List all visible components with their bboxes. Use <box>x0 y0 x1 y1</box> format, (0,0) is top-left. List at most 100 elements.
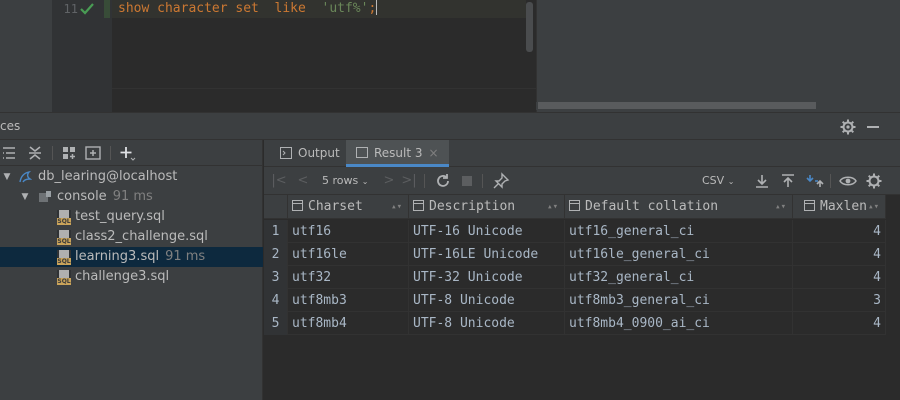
database-icon <box>19 170 32 183</box>
sort-icon[interactable]: ▴▾ <box>547 195 558 219</box>
horizontal-scrollbar[interactable] <box>538 102 816 109</box>
gutter-line: 11 <box>52 0 112 18</box>
last-page-icon[interactable]: >| <box>400 172 418 190</box>
tab-result[interactable]: Result 3 × <box>346 140 449 167</box>
download-icon[interactable] <box>753 172 771 190</box>
grid-header: Charset ▴▾ Description ▴▾ Default collat… <box>264 195 886 219</box>
minimize-icon[interactable] <box>867 126 879 128</box>
table-row[interactable]: 4 utf8mb3 UTF-8 Unicode utf8mb3_general_… <box>264 289 886 312</box>
chevron-down-icon[interactable]: ▼ <box>2 167 12 187</box>
toolbar-separator <box>110 146 111 160</box>
sql-semicolon: ; <box>368 1 377 16</box>
cell-collation[interactable]: utf16_general_ci <box>565 220 793 243</box>
tree-item-file[interactable]: SQL class2_challenge.sql <box>0 227 263 247</box>
refresh-icon[interactable] <box>434 172 452 190</box>
cell-maxlen[interactable]: 3 <box>793 289 886 312</box>
table-icon <box>356 147 368 158</box>
cell-description[interactable]: UTF-32 Unicode <box>409 266 565 289</box>
column-header-charset[interactable]: Charset ▴▾ <box>288 195 409 219</box>
row-number: 5 <box>264 312 288 335</box>
tree-item-label: console <box>57 189 107 204</box>
toolbar-separator <box>830 174 831 188</box>
eye-icon[interactable] <box>839 172 857 190</box>
cell-description[interactable]: UTF-8 Unicode <box>409 312 565 335</box>
tree-item-datasource[interactable]: ▼ db_learing@localhost <box>0 167 263 187</box>
sort-icon[interactable]: ▴▾ <box>391 195 402 219</box>
table-row[interactable]: 1 utf16 UTF-16 Unicode utf16_general_ci … <box>264 220 886 243</box>
services-tree-panel: ▼ db_learing@localhost ▼ console 91 ms SQ… <box>0 140 263 400</box>
cell-collation[interactable]: utf32_general_ci <box>565 266 793 289</box>
upload-icon[interactable] <box>779 172 797 190</box>
cell-charset[interactable]: utf16le <box>288 243 409 266</box>
collapse-all-icon[interactable] <box>26 144 44 162</box>
compare-icon[interactable] <box>806 172 824 190</box>
export-format-selector[interactable]: CSV ⌄ <box>702 172 734 190</box>
previous-page-icon[interactable]: < <box>294 172 312 190</box>
chevron-down-icon[interactable]: ▼ <box>20 187 30 207</box>
column-icon <box>413 200 424 211</box>
sql-keywords: show character set like <box>118 1 322 16</box>
cell-maxlen[interactable]: 4 <box>793 312 886 335</box>
cell-description[interactable]: UTF-16 Unicode <box>409 220 565 243</box>
table-row[interactable]: 2 utf16le UTF-16LE Unicode utf16le_gener… <box>264 243 886 266</box>
services-title: ces <box>0 119 21 133</box>
code-line[interactable]: show character set like 'utf%'; <box>118 0 378 18</box>
sort-icon[interactable]: ▴▾ <box>775 195 786 219</box>
column-header-description[interactable]: Description ▴▾ <box>409 195 565 219</box>
column-header-maxlen[interactable]: Maxlen ▴▾ <box>793 195 886 219</box>
new-tab-icon[interactable] <box>84 144 102 162</box>
cell-charset[interactable]: utf8mb4 <box>288 312 409 335</box>
tree-item-label: test_query.sql <box>75 209 165 224</box>
line-number: 11 <box>63 2 78 16</box>
cell-collation[interactable]: utf8mb3_general_ci <box>565 289 793 312</box>
tree-item-label: learning3.sql <box>75 249 160 264</box>
cell-maxlen[interactable]: 4 <box>793 220 886 243</box>
cell-description[interactable]: UTF-16LE Unicode <box>409 243 565 266</box>
output-icon <box>280 147 292 159</box>
column-header-default-collation[interactable]: Default collation ▴▾ <box>565 195 793 219</box>
gear-icon[interactable] <box>865 172 883 190</box>
sql-string: 'utf%' <box>321 1 369 16</box>
group-by-icon[interactable] <box>60 144 78 162</box>
tree-item-file[interactable]: SQL challenge3.sql <box>0 267 263 287</box>
sql-file-icon: SQL <box>57 210 71 225</box>
tree-item-file-selected[interactable]: SQL learning3.sql 91 ms <box>0 247 263 267</box>
editor-bottom-area <box>112 88 536 112</box>
stop-icon[interactable] <box>458 172 476 190</box>
results-toolbar: |< < 5 rows ⌄ > >| CSV ⌄ <box>264 167 900 195</box>
close-icon[interactable]: × <box>429 146 439 160</box>
sort-icon[interactable]: ▴▾ <box>868 195 879 219</box>
cell-charset[interactable]: utf8mb3 <box>288 289 409 312</box>
editor-vertical-scrollbar[interactable] <box>526 2 533 52</box>
tree-item-file[interactable]: SQL test_query.sql <box>0 207 263 227</box>
first-page-icon[interactable]: |< <box>270 172 288 190</box>
next-page-icon[interactable]: > <box>380 172 398 190</box>
tab-output[interactable]: Output <box>274 140 346 167</box>
cell-maxlen[interactable]: 4 <box>793 243 886 266</box>
column-icon <box>804 200 816 211</box>
cell-collation[interactable]: utf8mb4_0900_ai_ci <box>565 312 793 335</box>
table-row[interactable]: 3 utf32 UTF-32 Unicode utf32_general_ci … <box>264 266 886 289</box>
tree-item-label: db_learing@localhost <box>38 169 178 184</box>
add-icon[interactable] <box>118 144 136 162</box>
pin-icon[interactable] <box>492 172 510 190</box>
cell-maxlen[interactable]: 4 <box>793 266 886 289</box>
row-number: 1 <box>264 220 288 243</box>
cell-charset[interactable]: utf32 <box>288 266 409 289</box>
cell-description[interactable]: UTF-8 Unicode <box>409 289 565 312</box>
tree-item-console[interactable]: ▼ console 91 ms <box>0 187 263 207</box>
expand-all-icon[interactable] <box>0 144 18 162</box>
console-icon <box>39 191 51 202</box>
checkmark-icon <box>80 3 94 15</box>
table-row[interactable]: 5 utf8mb4 UTF-8 Unicode utf8mb4_0900_ai_… <box>264 312 886 335</box>
rows-selector[interactable]: 5 rows ⌄ <box>322 172 368 190</box>
cell-charset[interactable]: utf16 <box>288 220 409 243</box>
chevron-down-icon: ⌄ <box>727 177 735 186</box>
row-number: 4 <box>264 289 288 312</box>
column-icon <box>292 200 303 211</box>
cell-collation[interactable]: utf16le_general_ci <box>565 243 793 266</box>
grid-vertical-gutter <box>886 195 900 400</box>
tab-label: Output <box>298 146 340 160</box>
gear-icon[interactable] <box>840 119 856 135</box>
pane-divider <box>536 0 537 112</box>
